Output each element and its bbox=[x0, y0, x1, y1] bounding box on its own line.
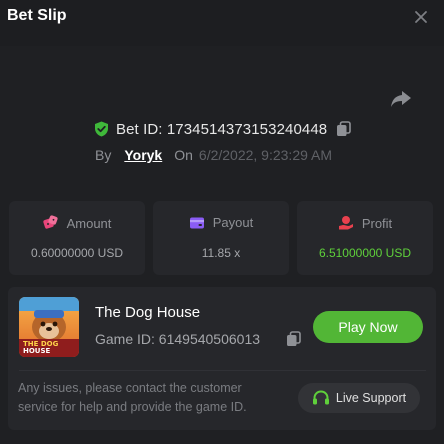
play-now-button[interactable]: Play Now bbox=[313, 311, 423, 343]
game-id: Game ID: 6149540506013 bbox=[95, 331, 261, 347]
username-link[interactable]: Yoryk bbox=[124, 147, 162, 163]
copy-game-id-icon[interactable] bbox=[286, 331, 301, 347]
shield-check-icon bbox=[95, 121, 108, 137]
wallet-icon bbox=[189, 217, 204, 228]
stat-profit: Profit 6.51000000 USD bbox=[297, 201, 433, 275]
bet-date: 6/2/2022, 9:23:29 AM bbox=[198, 147, 333, 163]
profit-label: Profit bbox=[361, 215, 393, 231]
stat-payout: Payout 11.85 x bbox=[153, 201, 289, 275]
copy-bet-id-icon[interactable] bbox=[336, 121, 352, 137]
bet-id: Bet ID: 1734514373153240448 bbox=[116, 120, 328, 138]
bet-id-row: Bet ID: 1734514373153240448 bbox=[94, 119, 352, 139]
on-label: On bbox=[174, 147, 193, 163]
headset-icon bbox=[312, 390, 329, 405]
dialog-title: Bet Slip bbox=[7, 7, 67, 24]
amount-label: Amount bbox=[66, 215, 112, 231]
header-bar: Bet Slip bbox=[0, 0, 444, 46]
payout-value: 11.85 x bbox=[201, 246, 241, 260]
game-card: THE DOG HOUSE The Dog House Game ID: 614… bbox=[8, 287, 436, 430]
coin-hand-icon bbox=[338, 216, 353, 230]
payout-label: Payout bbox=[212, 215, 254, 230]
game-name: The Dog House bbox=[95, 304, 201, 321]
stat-amount: Amount 0.60000000 USD bbox=[9, 201, 145, 275]
amount-value: 0.60000000 USD bbox=[30, 246, 124, 260]
thumb-logo-bottom: HOUSE bbox=[23, 347, 51, 355]
bet-author-row: By Yoryk On 6/2/2022, 9:23:29 AM bbox=[95, 146, 332, 164]
by-label: By bbox=[95, 147, 112, 163]
divider bbox=[19, 370, 426, 371]
dice-icon bbox=[42, 215, 58, 229]
game-thumbnail[interactable]: THE DOG HOUSE bbox=[19, 297, 79, 357]
close-icon[interactable] bbox=[413, 9, 429, 25]
live-support-label: Live Support bbox=[335, 391, 407, 405]
share-icon[interactable] bbox=[390, 89, 412, 109]
profit-value: 6.51000000 USD bbox=[318, 246, 412, 260]
issues-text: Any issues, please contact the customer … bbox=[18, 381, 247, 414]
live-support-button[interactable]: Live Support bbox=[298, 383, 420, 413]
